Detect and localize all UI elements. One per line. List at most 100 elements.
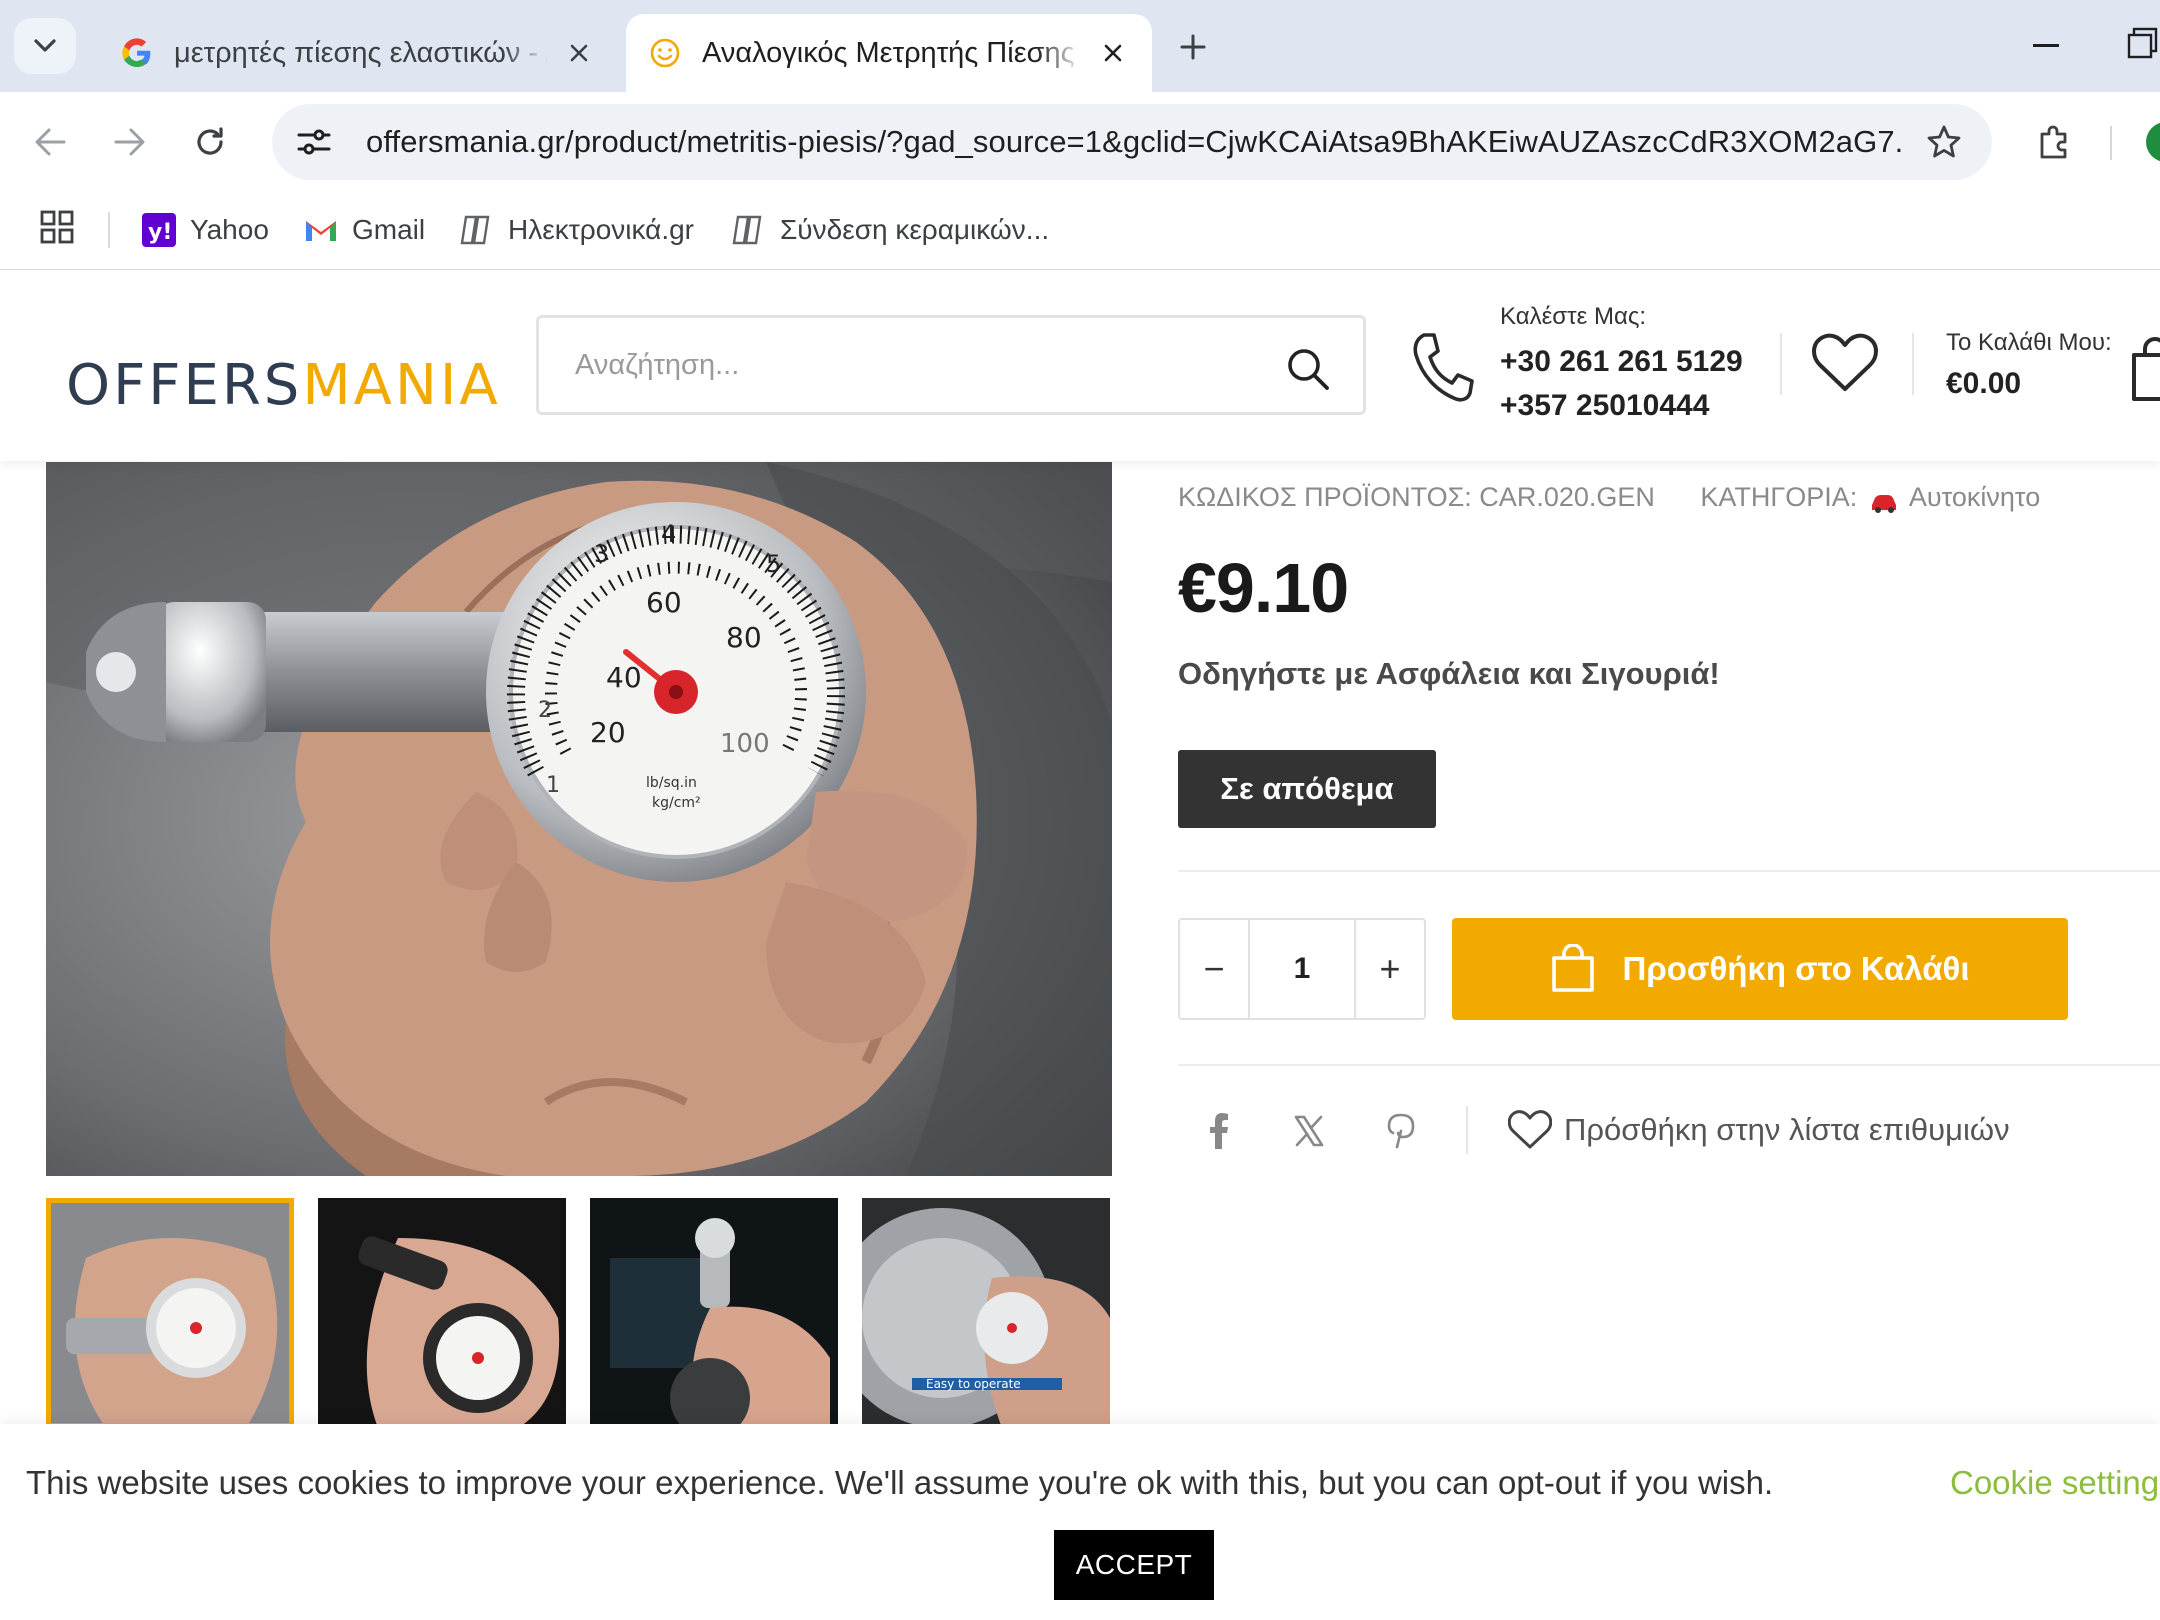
quantity-increase-button[interactable]: + (1356, 920, 1424, 1018)
header-divider (1780, 333, 1782, 395)
product-meta: ΚΩΔΙΚΟΣ ΠΡΟΪΟΝΤΟΣ: CAR.020.GEN ΚΑΤΗΓΟΡΙΑ… (1178, 482, 2040, 513)
svg-text:60: 60 (646, 586, 682, 619)
logo-offers: OFFERS (66, 353, 303, 418)
extensions-button[interactable] (2028, 116, 2080, 168)
svg-text:1: 1 (546, 773, 560, 798)
restore-button[interactable] (2126, 26, 2160, 66)
address-bar[interactable]: offersmania.gr/product/metritis-piesis/?… (272, 104, 1992, 180)
tab-title: Αναλογικός Μετρητής Πίεσης Ε (702, 36, 1082, 69)
close-icon[interactable] (1096, 36, 1130, 70)
puzzle-icon (2040, 125, 2067, 159)
quantity-input[interactable]: 1 (1248, 920, 1356, 1018)
shopping-bag-icon[interactable] (2130, 337, 2160, 403)
close-icon[interactable] (562, 36, 596, 70)
bookmark-star-icon[interactable] (1924, 122, 1964, 162)
svg-text:4: 4 (661, 520, 676, 548)
cookie-settings-link[interactable]: Cookie settings (1950, 1464, 2160, 1502)
gauge-unit-kg: kg/cm² (652, 795, 701, 811)
bookmarks-bar: y! Yahoo Gmail Ηλεκτρονικά.gr Σύνδεση κε… (0, 190, 2160, 270)
site-icon (732, 213, 766, 247)
bookmark-yahoo[interactable]: y! Yahoo (142, 204, 269, 256)
phone-icon (1410, 331, 1480, 407)
svg-text:40: 40 (606, 661, 642, 694)
tab-search-button[interactable] (14, 18, 76, 74)
site-info-icon[interactable] (282, 110, 346, 174)
new-tab-button[interactable] (1168, 24, 1218, 70)
back-button[interactable] (24, 116, 76, 168)
thumbnail-4[interactable]: Easy to operate (862, 1198, 1110, 1428)
product-thumbnails: Easy to operate (46, 1198, 1112, 1428)
logo-mania: MANIA (302, 353, 501, 418)
svg-text:2: 2 (538, 698, 552, 723)
site-logo[interactable]: OFFERSMANIA (66, 353, 501, 418)
svg-text:80: 80 (726, 621, 762, 654)
reload-icon (197, 127, 223, 155)
search-box (536, 315, 1366, 415)
product-price: €9.10 (1178, 549, 1349, 627)
product-main-image[interactable]: 40 60 80 20 100 4 3 5 7 2 1 lb/sq.in kg/… (46, 462, 1112, 1176)
apps-grid-icon[interactable] (40, 210, 80, 250)
search-icon[interactable] (1283, 344, 1333, 394)
tab-google-search[interactable]: μετρητές πίεσης ελαστικών - Α (98, 14, 618, 92)
svg-text:20: 20 (590, 716, 626, 749)
header-divider (1912, 333, 1914, 395)
bookmark-keramika[interactable]: Σύνδεση κεραμικών... (732, 204, 1049, 256)
divider (1178, 1064, 2160, 1066)
tab-title: μετρητές πίεσης ελαστικών - Α (174, 36, 548, 69)
pinterest-icon[interactable] (1380, 1110, 1422, 1152)
svg-text:5: 5 (766, 550, 781, 578)
share-divider (1466, 1106, 1468, 1154)
cart-total[interactable]: €0.00 (1946, 367, 2021, 401)
car-icon (1869, 489, 1899, 513)
bookmark-label: Σύνδεση κεραμικών... (780, 214, 1050, 245)
category-label: ΚΑΤΗΓΟΡΙΑ: (1700, 482, 1858, 512)
tab-product-page[interactable]: Αναλογικός Μετρητής Πίεσης Ε (626, 14, 1152, 92)
add-to-wishlist-link[interactable]: Πρόσθήκη στην λίστα επιθυμιών (1508, 1106, 2010, 1154)
facebook-icon[interactable] (1198, 1110, 1240, 1152)
forward-button[interactable] (104, 116, 156, 168)
x-twitter-icon[interactable] (1288, 1110, 1330, 1152)
thumbnail-3[interactable] (590, 1198, 838, 1428)
product-tagline: Οδηγήστε με Ασφάλεια και Σιγουριά! (1178, 656, 1720, 691)
restore-icon (2127, 27, 2158, 59)
quantity-decrease-button[interactable]: − (1180, 920, 1248, 1018)
bookmark-gmail[interactable]: Gmail (304, 204, 425, 256)
gauge-unit-psi: lb/sq.in (646, 775, 697, 791)
chevron-down-icon (34, 39, 56, 52)
yahoo-icon: y! (142, 213, 176, 247)
wishlist-label: Πρόσθήκη στην λίστα επιθυμιών (1564, 1112, 2010, 1147)
add-to-cart-label: Προσθήκη στο Καλάθι (1622, 950, 1970, 987)
url-text[interactable]: offersmania.gr/product/metritis-piesis/?… (366, 124, 1906, 160)
svg-text:3: 3 (594, 540, 609, 568)
bookmark-label: Gmail (352, 214, 426, 245)
category-link[interactable]: Αυτοκίνητο (1909, 482, 2040, 512)
bookmark-label: Ηλεκτρονικά.gr (508, 214, 695, 245)
product-sku: ΚΩΔΙΚΟΣ ΠΡΟΪΟΝΤΟΣ: CAR.020.GEN (1178, 482, 1655, 512)
toolbar-divider (2110, 126, 2112, 160)
reload-button[interactable] (184, 116, 236, 168)
google-icon (120, 36, 154, 70)
minimize-button[interactable] (2026, 26, 2066, 66)
site-icon (460, 213, 494, 247)
add-to-cart-button[interactable]: Προσθήκη στο Καλάθι (1452, 918, 2068, 1020)
phone-number-cyprus[interactable]: +357 25010444 (1500, 389, 1709, 423)
site-header: OFFERSMANIA Καλέστε Μας: +30 261 261 512… (0, 271, 2160, 461)
thumbnail-2[interactable] (318, 1198, 566, 1428)
my-cart-label: Το Καλάθι Μου: (1946, 329, 2112, 356)
profile-avatar[interactable] (2146, 122, 2160, 162)
quantity-stepper: − 1 + (1178, 918, 1426, 1020)
wishlist-heart-icon[interactable] (1812, 333, 1882, 399)
search-input[interactable] (575, 348, 1255, 382)
thumbnail-1[interactable] (46, 1198, 294, 1428)
thumbnail-caption: Easy to operate (926, 1377, 1021, 1391)
phone-number-greece[interactable]: +30 261 261 5129 (1500, 345, 1743, 379)
shopping-bag-icon (1552, 944, 1595, 992)
accept-cookies-button[interactable]: ACCEPT (1054, 1530, 1214, 1600)
tab-strip: μετρητές πίεσης ελαστικών - Α Αναλογικός… (0, 0, 2160, 92)
smiley-icon (648, 36, 682, 70)
bookmark-ilektronika[interactable]: Ηλεκτρονικά.gr (460, 204, 694, 256)
stock-status-badge: Σε απόθεμα (1178, 750, 1436, 828)
arrow-right-icon (114, 128, 145, 156)
call-us-label: Καλέστε Μας: (1500, 303, 1647, 330)
svg-text:100: 100 (720, 729, 770, 759)
